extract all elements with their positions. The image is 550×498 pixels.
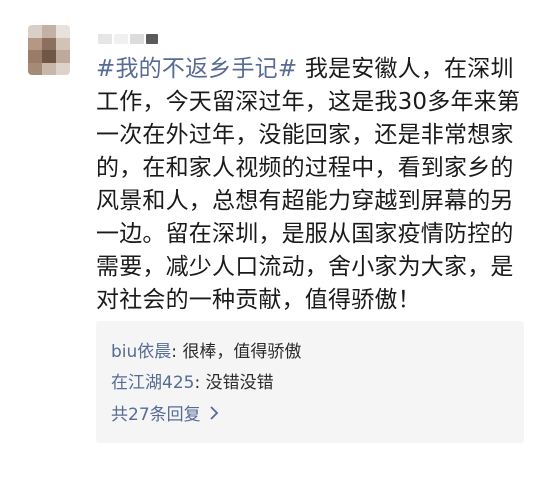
post-content: #我的不返乡手记# 我是安徽人，在深圳工作，今天留深过年，这是我30多年来第一次… xyxy=(96,53,536,317)
replies-count-label: 共27条回复 xyxy=(111,405,201,425)
comment-author[interactable]: biu依晨 xyxy=(111,342,171,362)
comment-separator: : xyxy=(171,342,183,362)
comment-author[interactable]: 在江湖425 xyxy=(111,373,194,393)
comment-text: 很棒，值得骄傲 xyxy=(182,342,302,362)
comments-section: biu依晨: 很棒，值得骄傲 在江湖425: 没错没错 共27条回复 xyxy=(96,321,524,443)
hashtag-link[interactable]: #我的不返乡手记# xyxy=(96,56,297,82)
post-text: 我是安徽人，在深圳工作，今天留深过年，这是我30多年来第一次在外过年，没能回家，… xyxy=(96,56,521,313)
comment-text: 没错没错 xyxy=(205,373,274,393)
comment-item[interactable]: biu依晨: 很棒，值得骄傲 xyxy=(111,341,301,363)
feed-post: #我的不返乡手记# 我是安徽人，在深圳工作，今天留深过年，这是我30多年来第一次… xyxy=(0,0,550,498)
comment-item[interactable]: 在江湖425: 没错没错 xyxy=(111,372,274,394)
username-blurred[interactable] xyxy=(98,33,158,45)
chevron-right-icon xyxy=(209,404,219,426)
view-all-replies-link[interactable]: 共27条回复 xyxy=(111,404,219,426)
comment-separator: : xyxy=(194,373,206,393)
avatar[interactable] xyxy=(28,25,70,75)
